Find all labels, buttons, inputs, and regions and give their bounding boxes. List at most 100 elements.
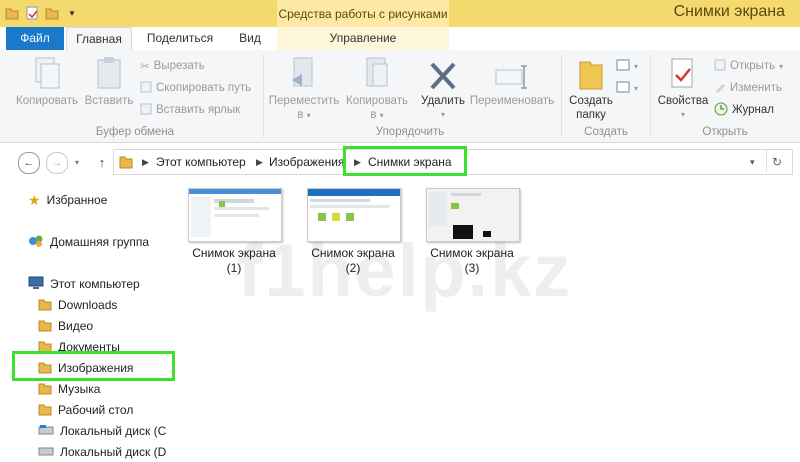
highlight-frame-pictures bbox=[12, 351, 175, 381]
rename-button[interactable]: Переименовать bbox=[467, 54, 557, 108]
folder-icon[interactable] bbox=[4, 5, 20, 21]
forward-button[interactable]: → bbox=[46, 152, 68, 174]
delete-label: Удалить bbox=[421, 95, 465, 107]
file-name-line: Снимок экрана bbox=[311, 246, 395, 260]
history-label: Журнал bbox=[732, 104, 774, 116]
history-icon bbox=[714, 102, 728, 119]
nav-item-label: Локальный диск (C bbox=[60, 424, 167, 438]
tab-home[interactable]: Главная bbox=[66, 27, 132, 52]
delete-button[interactable]: Удалить ▾ bbox=[418, 54, 468, 122]
file-name-line: Снимок экрана bbox=[430, 246, 514, 260]
properties-button[interactable]: Свойства ▾ bbox=[654, 54, 712, 122]
refresh-icon[interactable]: ↻ bbox=[772, 150, 782, 174]
nav-homegroup-label: Домашняя группа bbox=[50, 235, 150, 249]
nav-homegroup[interactable]: Домашняя группа bbox=[28, 232, 149, 252]
tab-manage[interactable]: Управление bbox=[277, 27, 449, 50]
group-label-organize: Упорядочить bbox=[375, 126, 445, 138]
customize-qat-icon[interactable]: ▾ bbox=[64, 5, 80, 21]
open-icon bbox=[714, 59, 726, 74]
cut-button[interactable]: ✂ Вырезать bbox=[140, 57, 205, 75]
quick-access-toolbar: ▾ bbox=[4, 4, 80, 22]
address-divider bbox=[766, 150, 767, 172]
history-button[interactable]: Журнал bbox=[714, 101, 774, 119]
dropdown-arrow-icon: ▾ bbox=[779, 61, 784, 71]
tab-file[interactable]: Файл bbox=[6, 27, 64, 50]
copy-to-button[interactable]: Копировать в ▾ bbox=[341, 54, 413, 123]
easy-access-button[interactable]: ▾ bbox=[616, 79, 638, 97]
dropdown-arrow-icon: ▾ bbox=[440, 110, 445, 119]
navigation-pane: ★ Избранное Домашняя группа Этот компьют… bbox=[0, 179, 185, 460]
file-name-line: (1) bbox=[226, 261, 242, 275]
up-arrow-icon: ↑ bbox=[98, 154, 106, 170]
paste-button[interactable]: Вставить bbox=[80, 54, 138, 108]
window-title: Снимки экрана bbox=[673, 3, 785, 20]
chevron-right-icon: ▶ bbox=[256, 157, 263, 167]
picture-tools-context: Средства работы с рисунками bbox=[277, 0, 449, 28]
ribbon-separator bbox=[263, 54, 264, 138]
copy-path-button[interactable]: Скопировать путь bbox=[140, 79, 251, 97]
copy-button[interactable]: Копировать bbox=[12, 54, 82, 108]
file-name-line: (3) bbox=[464, 261, 480, 275]
nav-item-music[interactable]: Музыка bbox=[38, 379, 100, 399]
nav-item-downloads[interactable]: Downloads bbox=[38, 295, 117, 315]
open-button[interactable]: Открыть ▾ bbox=[714, 57, 783, 75]
back-arrow-icon: ← bbox=[23, 157, 35, 169]
edit-label: Изменить bbox=[730, 82, 782, 94]
nav-item-drive-d[interactable]: Локальный диск (D bbox=[38, 442, 166, 462]
nav-item-drive-c[interactable]: Локальный диск (C bbox=[38, 421, 166, 441]
properties-label: Свойства bbox=[657, 95, 709, 107]
group-label-clipboard: Буфер обмена bbox=[95, 126, 175, 138]
dropdown-arrow-icon: ▾ bbox=[306, 111, 311, 120]
nav-favorites[interactable]: ★ Избранное bbox=[28, 190, 107, 210]
new-folder-label-2: папку bbox=[576, 109, 606, 121]
nav-item-videos[interactable]: Видео bbox=[38, 316, 93, 336]
tab-view[interactable]: Вид bbox=[230, 27, 270, 50]
new-folder-icon[interactable] bbox=[44, 5, 60, 21]
copy-to-label-1: Копировать bbox=[346, 95, 408, 107]
chevron-right-icon: ▶ bbox=[142, 157, 149, 167]
screenshot-preview-icon bbox=[308, 189, 400, 221]
file-name-line: Снимок экрана bbox=[192, 246, 276, 260]
new-item-icon bbox=[616, 59, 630, 74]
cut-label: Вырезать bbox=[153, 60, 205, 72]
easy-access-icon bbox=[616, 81, 630, 96]
address-dropdown-icon[interactable]: ▾ bbox=[750, 150, 755, 174]
drive-icon bbox=[38, 445, 54, 460]
folder-icon bbox=[38, 297, 52, 314]
move-to-label-1: Переместить bbox=[268, 95, 340, 107]
nav-this-pc[interactable]: Этот компьютер bbox=[28, 274, 140, 294]
properties-icon[interactable] bbox=[24, 5, 40, 21]
nav-item-desktop[interactable]: Рабочий стол bbox=[38, 400, 133, 420]
file-name[interactable]: Снимок экрана (1) bbox=[178, 246, 290, 276]
new-folder-button[interactable]: Создать папку bbox=[566, 54, 616, 122]
copy-to-label-2: в bbox=[370, 109, 377, 121]
new-item-button[interactable]: ▾ bbox=[616, 57, 638, 75]
paste-label: Вставить bbox=[84, 95, 134, 107]
nav-favorites-label: Избранное bbox=[46, 193, 108, 207]
file-name[interactable]: Снимок экрана (2) bbox=[297, 246, 409, 276]
nav-item-label: Музыка bbox=[58, 382, 101, 396]
ribbon-separator bbox=[561, 54, 562, 138]
tab-share[interactable]: Поделиться bbox=[135, 27, 225, 50]
nav-this-pc-label: Этот компьютер bbox=[50, 277, 140, 291]
copy-path-label: Скопировать путь bbox=[156, 82, 252, 94]
open-label: Открыть bbox=[730, 60, 776, 72]
back-button[interactable]: ← bbox=[18, 152, 40, 174]
copy-path-icon bbox=[140, 81, 152, 96]
properties-check-icon bbox=[654, 54, 712, 92]
copy-label: Копировать bbox=[16, 95, 78, 107]
paste-shortcut-button[interactable]: Вставить ярлык bbox=[140, 101, 240, 119]
nav-item-label: Локальный диск (D bbox=[60, 445, 167, 459]
up-button[interactable]: ↑ bbox=[92, 152, 112, 172]
file-thumbnail[interactable] bbox=[307, 188, 401, 242]
paste-shortcut-label: Вставить ярлык bbox=[156, 104, 241, 116]
file-thumbnail[interactable] bbox=[188, 188, 282, 242]
edit-button[interactable]: Изменить bbox=[714, 79, 782, 97]
recent-locations-button[interactable]: ▾ bbox=[71, 152, 83, 172]
file-thumbnail[interactable] bbox=[426, 188, 520, 242]
file-name[interactable]: Снимок экрана (3) bbox=[416, 246, 528, 276]
move-to-button[interactable]: Переместить в ▾ bbox=[268, 54, 340, 123]
breadcrumb-pictures[interactable]: Изображения bbox=[269, 150, 344, 174]
screenshot-preview-icon bbox=[427, 189, 519, 241]
breadcrumb-this-pc[interactable]: Этот компьютер bbox=[156, 150, 246, 174]
